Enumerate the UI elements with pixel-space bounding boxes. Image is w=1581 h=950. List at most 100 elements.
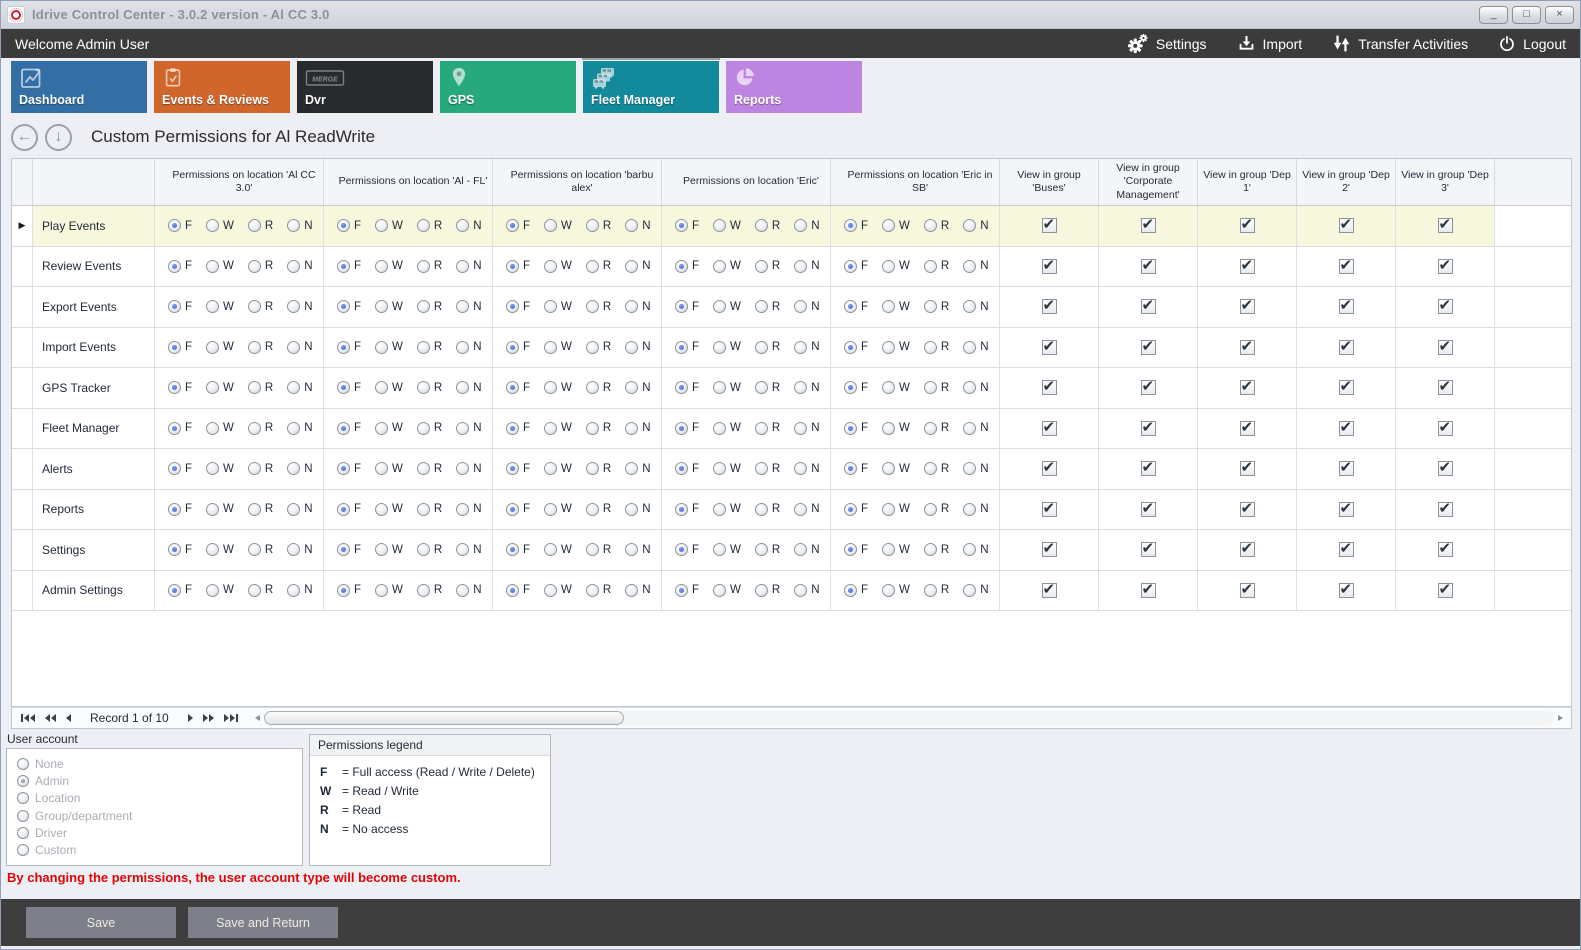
permission-radio-F[interactable]: F bbox=[337, 260, 361, 273]
table-row[interactable]: Import EventsFWRNFWRNFWRNFWRNFWRN bbox=[12, 328, 1571, 369]
permission-radio-R[interactable]: R bbox=[924, 503, 949, 516]
permission-radio-R[interactable]: R bbox=[755, 219, 780, 232]
user-account-option-custom[interactable]: Custom bbox=[17, 843, 292, 857]
permission-radio-W[interactable]: W bbox=[206, 462, 234, 475]
permission-radio-R[interactable]: R bbox=[248, 584, 273, 597]
next-page-button[interactable] bbox=[198, 708, 219, 728]
permission-radio-R[interactable]: R bbox=[755, 260, 780, 273]
view-in-group-checkbox[interactable] bbox=[1141, 461, 1156, 476]
permission-radio-W[interactable]: W bbox=[713, 300, 741, 313]
scroll-right-arrow[interactable] bbox=[1554, 715, 1567, 721]
user-account-option-location[interactable]: Location bbox=[17, 791, 292, 805]
view-in-group-checkbox[interactable] bbox=[1141, 259, 1156, 274]
permission-radio-F[interactable]: F bbox=[506, 584, 530, 597]
permission-radio-N[interactable]: N bbox=[287, 543, 312, 556]
permission-radio-W[interactable]: W bbox=[544, 503, 572, 516]
permission-radio-N[interactable]: N bbox=[794, 543, 819, 556]
view-in-group-checkbox[interactable] bbox=[1141, 542, 1156, 557]
view-in-group-checkbox[interactable] bbox=[1438, 502, 1453, 517]
down-button[interactable]: ↓ bbox=[45, 124, 72, 151]
permission-radio-N[interactable]: N bbox=[794, 381, 819, 394]
permission-radio-N[interactable]: N bbox=[287, 503, 312, 516]
transfer-activities-button[interactable]: Transfer Activities bbox=[1332, 34, 1468, 53]
permission-radio-F[interactable]: F bbox=[675, 381, 699, 394]
permission-radio-R[interactable]: R bbox=[417, 584, 442, 597]
view-in-group-checkbox[interactable] bbox=[1339, 340, 1354, 355]
view-in-group-checkbox[interactable] bbox=[1042, 299, 1057, 314]
permission-radio-W[interactable]: W bbox=[544, 260, 572, 273]
permission-radio-N[interactable]: N bbox=[625, 462, 650, 475]
save-button[interactable]: Save bbox=[26, 907, 176, 938]
permission-radio-R[interactable]: R bbox=[248, 462, 273, 475]
permission-radio-N[interactable]: N bbox=[794, 260, 819, 273]
view-in-group-checkbox[interactable] bbox=[1339, 218, 1354, 233]
permission-radio-N[interactable]: N bbox=[287, 422, 312, 435]
view-in-group-checkbox[interactable] bbox=[1339, 542, 1354, 557]
permission-radio-R[interactable]: R bbox=[248, 381, 273, 394]
permission-radio-R[interactable]: R bbox=[417, 462, 442, 475]
permission-radio-F[interactable]: F bbox=[844, 503, 868, 516]
permission-radio-W[interactable]: W bbox=[544, 300, 572, 313]
permission-radio-W[interactable]: W bbox=[882, 219, 910, 232]
permission-radio-W[interactable]: W bbox=[713, 422, 741, 435]
permission-radio-W[interactable]: W bbox=[375, 341, 403, 354]
permission-radio-R[interactable]: R bbox=[755, 503, 780, 516]
permission-radio-N[interactable]: N bbox=[456, 503, 481, 516]
logout-button[interactable]: Logout bbox=[1498, 35, 1566, 53]
permission-radio-W[interactable]: W bbox=[544, 422, 572, 435]
permission-radio-N[interactable]: N bbox=[794, 462, 819, 475]
permission-radio-N[interactable]: N bbox=[456, 341, 481, 354]
permission-radio-R[interactable]: R bbox=[417, 341, 442, 354]
permission-radio-W[interactable]: W bbox=[206, 503, 234, 516]
permission-radio-N[interactable]: N bbox=[287, 381, 312, 394]
permission-radio-R[interactable]: R bbox=[248, 503, 273, 516]
permission-radio-N[interactable]: N bbox=[625, 584, 650, 597]
view-in-group-checkbox[interactable] bbox=[1240, 340, 1255, 355]
permission-radio-R[interactable]: R bbox=[586, 584, 611, 597]
permission-radio-W[interactable]: W bbox=[713, 462, 741, 475]
permission-radio-W[interactable]: W bbox=[206, 543, 234, 556]
permission-radio-W[interactable]: W bbox=[544, 219, 572, 232]
view-in-group-checkbox[interactable] bbox=[1141, 380, 1156, 395]
permission-radio-N[interactable]: N bbox=[625, 219, 650, 232]
permission-radio-W[interactable]: W bbox=[206, 422, 234, 435]
permission-radio-R[interactable]: R bbox=[248, 219, 273, 232]
permission-radio-R[interactable]: R bbox=[586, 260, 611, 273]
permission-radio-N[interactable]: N bbox=[963, 543, 988, 556]
permission-radio-R[interactable]: R bbox=[924, 381, 949, 394]
permission-radio-R[interactable]: R bbox=[755, 300, 780, 313]
view-in-group-checkbox[interactable] bbox=[1339, 421, 1354, 436]
permission-radio-N[interactable]: N bbox=[287, 341, 312, 354]
view-in-group-checkbox[interactable] bbox=[1042, 583, 1057, 598]
prev-page-button[interactable] bbox=[40, 708, 61, 728]
view-in-group-checkbox[interactable] bbox=[1438, 299, 1453, 314]
permission-radio-N[interactable]: N bbox=[794, 503, 819, 516]
permission-radio-F[interactable]: F bbox=[675, 219, 699, 232]
permission-radio-F[interactable]: F bbox=[675, 260, 699, 273]
permission-radio-F[interactable]: F bbox=[168, 341, 192, 354]
view-in-group-checkbox[interactable] bbox=[1042, 542, 1057, 557]
permission-radio-F[interactable]: F bbox=[506, 300, 530, 313]
tab-reports[interactable]: Reports bbox=[726, 61, 862, 113]
permission-radio-F[interactable]: F bbox=[675, 584, 699, 597]
permission-radio-R[interactable]: R bbox=[755, 422, 780, 435]
permission-radio-W[interactable]: W bbox=[544, 462, 572, 475]
permission-radio-F[interactable]: F bbox=[506, 422, 530, 435]
view-in-group-checkbox[interactable] bbox=[1240, 542, 1255, 557]
view-in-group-checkbox[interactable] bbox=[1240, 259, 1255, 274]
permission-radio-N[interactable]: N bbox=[456, 422, 481, 435]
tab-fleet-manager[interactable]: Fleet Manager bbox=[583, 61, 719, 113]
next-record-button[interactable] bbox=[183, 708, 198, 728]
permission-radio-N[interactable]: N bbox=[794, 584, 819, 597]
permission-radio-R[interactable]: R bbox=[755, 462, 780, 475]
permission-radio-R[interactable]: R bbox=[586, 503, 611, 516]
permission-radio-W[interactable]: W bbox=[206, 300, 234, 313]
permission-radio-N[interactable]: N bbox=[794, 219, 819, 232]
permission-radio-R[interactable]: R bbox=[586, 543, 611, 556]
permission-radio-W[interactable]: W bbox=[375, 422, 403, 435]
permission-radio-F[interactable]: F bbox=[337, 462, 361, 475]
permission-radio-N[interactable]: N bbox=[625, 260, 650, 273]
permission-radio-F[interactable]: F bbox=[675, 422, 699, 435]
permission-radio-F[interactable]: F bbox=[506, 462, 530, 475]
view-in-group-checkbox[interactable] bbox=[1042, 218, 1057, 233]
